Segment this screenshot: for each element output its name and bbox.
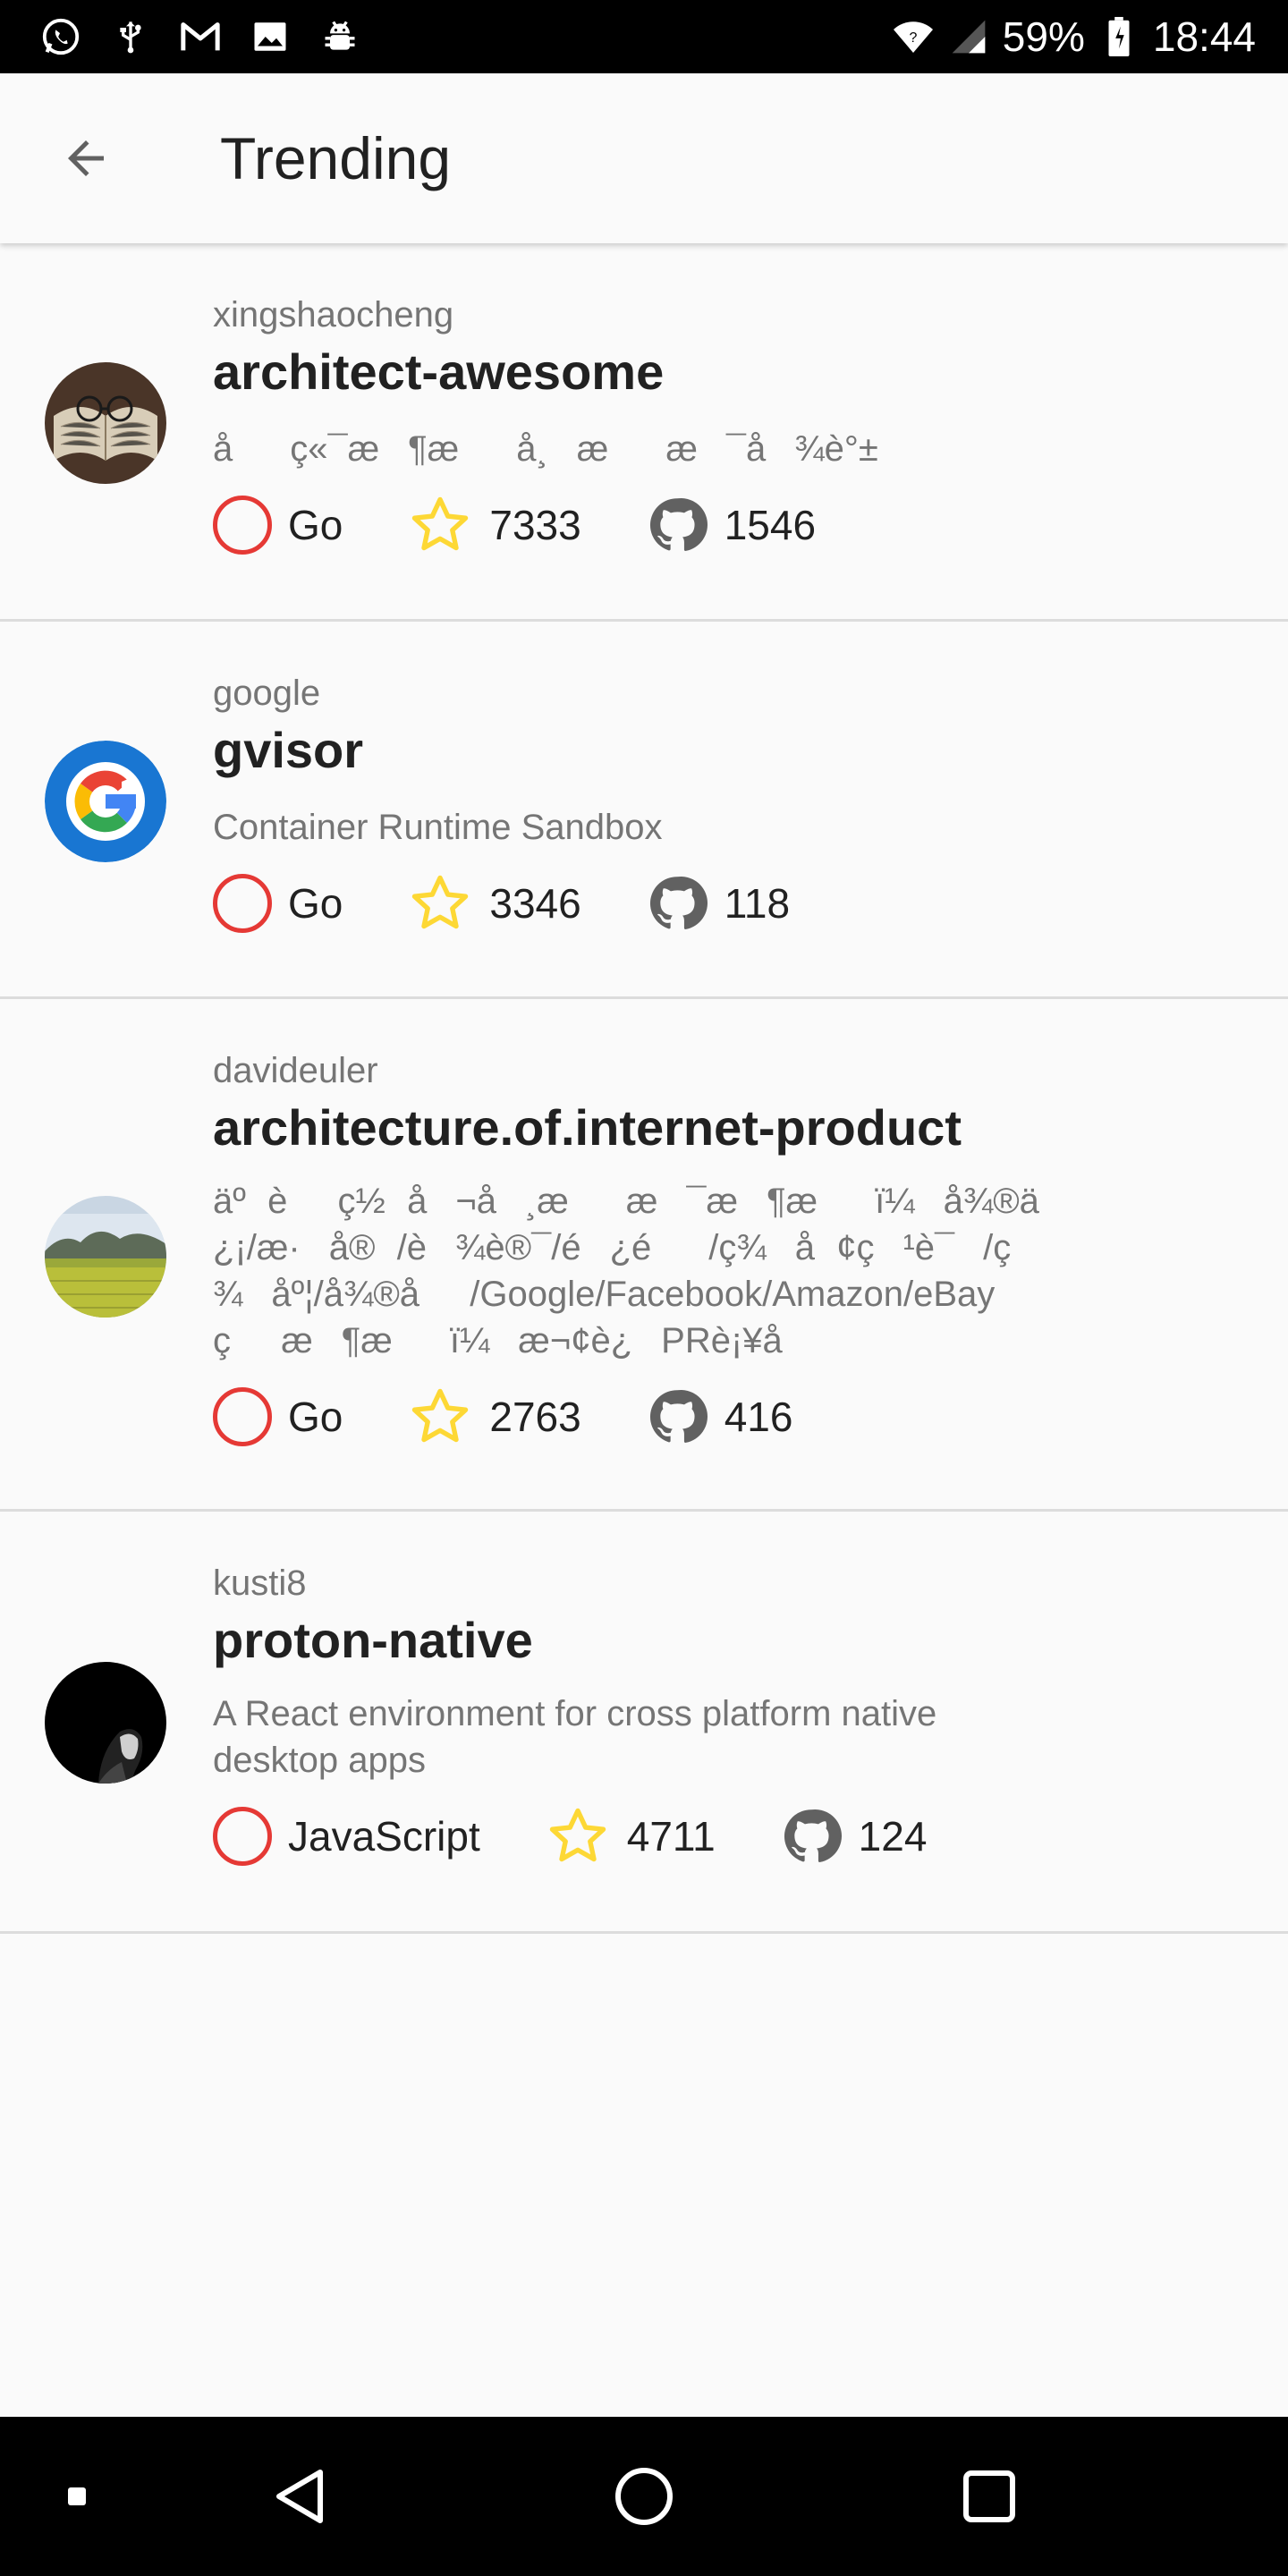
repo-list: xingshaocheng architect-awesome åç«¯æ… (0, 243, 1288, 1934)
repo-meta: Go 2763 416 (213, 1385, 1252, 1448)
repo-owner: kusti8 (213, 1563, 307, 1603)
repo-description: åç«¯æ¶æå¸ææ¯å¾è°± (213, 429, 878, 469)
repo-stars: 7333 (489, 502, 581, 548)
github-icon (780, 1805, 843, 1868)
arrow-back-icon (68, 140, 104, 176)
repo-forks: 416 (724, 1394, 793, 1440)
repo-stars: 2763 (489, 1394, 581, 1440)
star-icon (545, 1803, 611, 1869)
repo-language: Go (288, 502, 343, 548)
avatar (45, 362, 166, 484)
repo-name: gvisor (213, 722, 364, 778)
github-icon (646, 872, 708, 935)
status-left-icons (39, 15, 361, 58)
repo-stars: 3346 (489, 880, 581, 927)
home-circle-icon[interactable] (614, 2467, 674, 2526)
usb-icon (109, 15, 152, 58)
recents-square-icon[interactable] (962, 2470, 1016, 2523)
star-icon (407, 1384, 473, 1450)
avatar (45, 741, 166, 862)
repo-meta: Go 7333 1546 (213, 494, 1252, 556)
status-right: ? 59% 18:44 (892, 13, 1256, 61)
battery-icon (1097, 15, 1140, 58)
repo-name: architect-awesome (213, 343, 665, 400)
back-triangle-icon[interactable] (272, 2467, 327, 2526)
repo-stars: 4711 (626, 1813, 716, 1860)
svg-text:?: ? (909, 30, 917, 46)
repo-forks: 118 (724, 880, 791, 927)
app-bar: Trending (0, 73, 1288, 243)
star-icon (407, 492, 473, 558)
signal-icon (947, 15, 990, 58)
repo-language: Go (288, 1394, 343, 1440)
repo-description: äºèç½å ¬å¸ææ¯æ¶æï¼å¾®ä¿¡/æ·… (213, 1182, 1039, 1360)
avatar (45, 1662, 166, 1784)
language-ring-icon (213, 1387, 272, 1446)
list-item[interactable]: kusti8 proton-native A React environment… (0, 1512, 1288, 1934)
dot-icon[interactable] (66, 2486, 88, 2507)
battery-percent: 59% (1002, 13, 1085, 60)
repo-name: architecture.of.internet-product (213, 1099, 962, 1156)
list-item[interactable]: google gvisor Container Runtime Sandbox … (0, 622, 1288, 999)
repo-meta: JavaScript 4711 124 (213, 1805, 1252, 1868)
status-bar: ? 59% 18:44 (0, 0, 1288, 73)
language-ring-icon (213, 874, 272, 933)
android-debug-icon (318, 15, 361, 58)
page-title: Trending (220, 125, 452, 191)
github-icon (646, 494, 708, 556)
gmail-icon (179, 15, 222, 58)
repo-forks: 1546 (724, 502, 817, 548)
language-ring-icon (213, 1807, 272, 1866)
repo-language: Go (288, 880, 343, 927)
github-icon (646, 1385, 708, 1448)
repo-description: Container Runtime Sandbox (213, 808, 663, 847)
wifi-icon: ? (892, 15, 935, 58)
language-ring-icon (213, 496, 272, 555)
repo-name: proton-native (213, 1612, 533, 1668)
whatsapp-icon (39, 15, 82, 58)
avatar (45, 1196, 166, 1318)
clock: 18:44 (1152, 13, 1256, 60)
image-icon (249, 15, 292, 58)
repo-description: A React environment for cross platform n… (213, 1694, 937, 1780)
list-item[interactable]: davideuler architecture.of.internet-prod… (0, 999, 1288, 1512)
repo-forks: 124 (858, 1813, 928, 1860)
repo-owner: xingshaocheng (213, 295, 454, 335)
repo-owner: google (213, 674, 321, 713)
repo-owner: davideuler (213, 1051, 378, 1090)
repo-language: JavaScript (288, 1813, 480, 1860)
navigation-bar (0, 2417, 1288, 2576)
repo-meta: Go 3346 118 (213, 872, 1252, 935)
back-button[interactable] (43, 115, 129, 201)
list-item[interactable]: xingshaocheng architect-awesome åç«¯æ… (0, 243, 1288, 622)
star-icon (407, 870, 473, 936)
